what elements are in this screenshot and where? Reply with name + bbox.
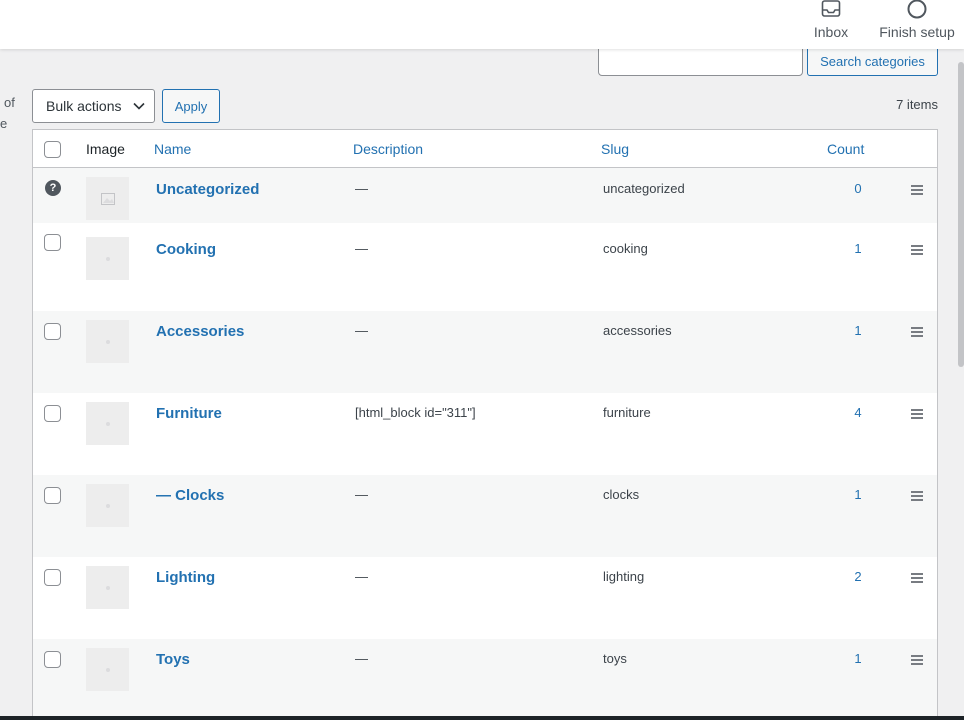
drag-handle-icon[interactable] bbox=[911, 655, 923, 667]
category-slug: clocks bbox=[603, 487, 640, 502]
row-checkbox[interactable] bbox=[44, 651, 61, 668]
category-count-link[interactable]: 2 bbox=[843, 569, 873, 584]
table-row: Toys — toys 1 bbox=[33, 639, 937, 720]
category-count-link[interactable]: 1 bbox=[843, 323, 873, 338]
left-cut-text: e bbox=[0, 116, 8, 131]
image-placeholder-icon bbox=[100, 192, 115, 205]
table-row: Lighting — lighting 2 bbox=[33, 557, 937, 639]
category-count-link[interactable]: 0 bbox=[843, 181, 873, 196]
search-categories-button[interactable]: Search categories bbox=[807, 46, 938, 76]
category-description: — bbox=[355, 181, 368, 196]
bottom-edge bbox=[0, 716, 964, 720]
help-icon[interactable]: ? bbox=[45, 180, 61, 196]
drag-handle-icon[interactable] bbox=[911, 491, 923, 503]
page-scrollbar[interactable] bbox=[958, 62, 964, 367]
category-count-link[interactable]: 1 bbox=[843, 241, 873, 256]
category-count-link[interactable]: 1 bbox=[843, 487, 873, 502]
category-slug: lighting bbox=[603, 569, 645, 584]
inbox-button[interactable]: Inbox bbox=[807, 0, 855, 49]
column-slug[interactable]: Slug bbox=[601, 141, 629, 157]
select-all-checkbox[interactable] bbox=[44, 141, 61, 158]
inbox-label: Inbox bbox=[813, 24, 849, 40]
row-checkbox[interactable] bbox=[44, 323, 61, 340]
drag-handle-icon[interactable] bbox=[911, 185, 923, 197]
column-count[interactable]: Count bbox=[827, 141, 864, 157]
category-slug: toys bbox=[603, 651, 627, 666]
category-description: — bbox=[355, 323, 368, 338]
category-count-link[interactable]: 1 bbox=[843, 651, 873, 666]
category-name-link[interactable]: — Clocks bbox=[156, 487, 224, 504]
bulk-actions-label: Bulk actions bbox=[46, 98, 122, 114]
apply-button[interactable]: Apply bbox=[162, 89, 220, 123]
finish-setup-button[interactable]: Finish setup bbox=[876, 0, 958, 49]
drag-handle-icon[interactable] bbox=[911, 409, 923, 421]
drag-handle-icon[interactable] bbox=[911, 245, 923, 257]
column-description[interactable]: Description bbox=[353, 141, 423, 157]
inbox-icon bbox=[821, 0, 841, 22]
category-description: — bbox=[355, 487, 368, 502]
category-description: — bbox=[355, 569, 368, 584]
table-header: Image Name Description Slug Count bbox=[33, 130, 937, 168]
row-checkbox[interactable] bbox=[44, 234, 61, 251]
category-name-link[interactable]: Toys bbox=[156, 651, 190, 668]
table-row: Cooking — cooking 1 bbox=[33, 223, 937, 311]
category-description: [html_block id="311"] bbox=[355, 405, 476, 420]
items-count: 7 items bbox=[896, 97, 938, 112]
category-description: — bbox=[355, 241, 368, 256]
category-name-link[interactable]: Accessories bbox=[156, 323, 244, 340]
category-slug: cooking bbox=[603, 241, 648, 256]
category-thumbnail bbox=[86, 648, 129, 691]
row-checkbox[interactable] bbox=[44, 405, 61, 422]
drag-handle-icon[interactable] bbox=[911, 327, 923, 339]
category-thumbnail bbox=[86, 320, 129, 363]
left-cut-text: of bbox=[4, 95, 15, 110]
category-description: — bbox=[355, 651, 368, 666]
table-row: — Clocks — clocks 1 bbox=[33, 475, 937, 557]
category-count-link[interactable]: 4 bbox=[843, 405, 873, 420]
category-name-link[interactable]: Lighting bbox=[156, 569, 215, 586]
category-name-link[interactable]: Uncategorized bbox=[156, 181, 259, 198]
row-checkbox[interactable] bbox=[44, 487, 61, 504]
bulk-actions-select[interactable]: Bulk actions bbox=[32, 89, 155, 123]
drag-handle-icon[interactable] bbox=[911, 573, 923, 585]
category-thumbnail bbox=[86, 177, 129, 220]
column-image: Image bbox=[86, 141, 125, 157]
categories-table: Image Name Description Slug Count ? Unca… bbox=[32, 129, 938, 720]
chevron-down-icon bbox=[133, 102, 145, 110]
category-name-link[interactable]: Furniture bbox=[156, 405, 222, 422]
category-thumbnail bbox=[86, 566, 129, 609]
category-slug: uncategorized bbox=[603, 181, 685, 196]
category-name-link[interactable]: Cooking bbox=[156, 241, 216, 258]
category-slug: furniture bbox=[603, 405, 651, 420]
column-name[interactable]: Name bbox=[154, 141, 191, 157]
circle-progress-icon bbox=[906, 0, 928, 22]
top-bar: Inbox Finish setup bbox=[0, 0, 964, 49]
category-thumbnail bbox=[86, 484, 129, 527]
category-thumbnail bbox=[86, 237, 129, 280]
row-checkbox[interactable] bbox=[44, 569, 61, 586]
table-row: ? Uncategorized — uncategorized 0 bbox=[33, 168, 937, 223]
finish-setup-label: Finish setup bbox=[879, 24, 955, 40]
table-row: Accessories — accessories 1 bbox=[33, 311, 937, 393]
category-thumbnail bbox=[86, 402, 129, 445]
category-slug: accessories bbox=[603, 323, 672, 338]
table-row: Furniture [html_block id="311"] furnitur… bbox=[33, 393, 937, 475]
